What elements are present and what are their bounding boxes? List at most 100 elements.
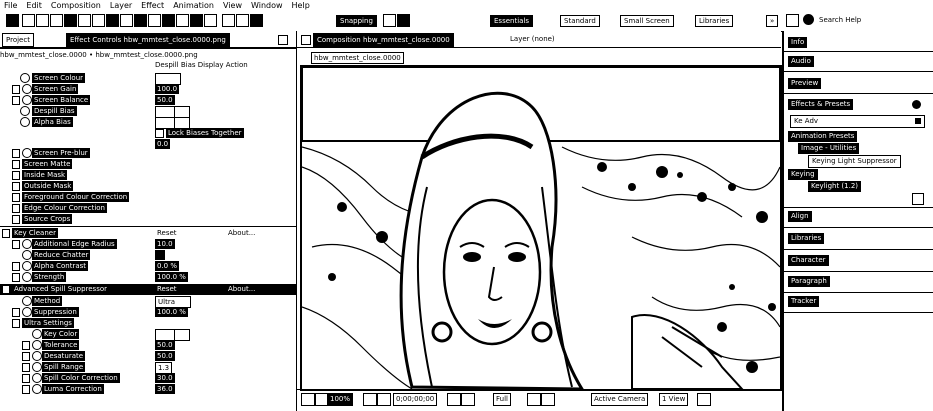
roto-brush-tool-icon[interactable] — [190, 14, 203, 27]
prop-value[interactable]: 100.0 % — [155, 307, 188, 317]
stopwatch-icon[interactable] — [22, 261, 32, 271]
rectangle-tool-icon[interactable] — [106, 14, 119, 27]
stopwatch-icon[interactable] — [22, 307, 32, 317]
stopwatch-icon[interactable] — [22, 239, 32, 249]
menu-composition[interactable]: Composition — [51, 0, 101, 11]
twirl-arrow-icon[interactable] — [22, 374, 30, 383]
stopwatch-icon[interactable] — [22, 95, 32, 105]
panel-menu-icon[interactable] — [278, 35, 288, 45]
panel-audio[interactable]: Audio — [788, 56, 814, 67]
reduce-chatter-checkbox[interactable] — [155, 250, 165, 260]
camera-dropdown[interactable]: Active Camera — [591, 393, 649, 406]
menu-layer[interactable]: Layer — [110, 0, 132, 11]
always-preview-icon[interactable] — [301, 393, 315, 406]
snapping-extra-icon[interactable] — [397, 14, 410, 27]
prop-value[interactable]: 50.0 — [155, 351, 175, 361]
lock-icon[interactable] — [301, 35, 311, 45]
stopwatch-icon[interactable] — [22, 250, 32, 260]
prop-value[interactable]: 50.0 — [155, 95, 175, 105]
menu-help[interactable]: Help — [292, 0, 310, 11]
camera-tool-icon[interactable] — [78, 14, 91, 27]
composition-viewer[interactable] — [300, 65, 782, 391]
axis-icon[interactable] — [236, 14, 249, 27]
stopwatch-icon[interactable] — [20, 106, 30, 116]
stopwatch-icon[interactable] — [32, 329, 42, 339]
tab-composition[interactable]: Composition hbw_mmtest_close.0000 — [313, 33, 454, 47]
prop-value[interactable]: 36.0 — [155, 384, 175, 394]
puppet-tool-icon[interactable] — [204, 14, 217, 27]
lock-biases-checkbox[interactable] — [155, 129, 164, 138]
tree-image-utilities[interactable]: Image - Utilities — [798, 143, 860, 154]
search-help-input[interactable]: Search Help — [816, 15, 927, 25]
tree-animation-presets[interactable]: Animation Presets — [788, 131, 858, 142]
about-button[interactable]: About... — [226, 228, 257, 238]
stopwatch-icon[interactable] — [22, 272, 32, 282]
stopwatch-icon[interactable] — [22, 296, 32, 306]
twirl-arrow-icon[interactable] — [22, 352, 30, 361]
eraser-tool-icon[interactable] — [176, 14, 189, 27]
twirl-arrow-icon[interactable] — [12, 308, 20, 317]
show-channel-icon[interactable] — [461, 393, 475, 406]
twirl-arrow-icon[interactable] — [12, 215, 20, 224]
selection-tool-icon[interactable] — [22, 14, 35, 27]
menu-view[interactable]: View — [223, 0, 242, 11]
clear-search-icon[interactable] — [915, 118, 921, 124]
brush-tool-icon[interactable] — [148, 14, 161, 27]
panel-paragraph[interactable]: Paragraph — [788, 276, 830, 287]
stopwatch-icon[interactable] — [32, 373, 42, 383]
timecode-display[interactable]: 0;00;00;00 — [393, 393, 438, 406]
prop-value[interactable]: 50.0 — [155, 340, 175, 350]
twirl-arrow-icon[interactable] — [22, 363, 30, 372]
twirl-arrow-icon[interactable] — [12, 85, 20, 94]
panel-effects-presets[interactable]: Effects & Presets — [788, 99, 854, 110]
effects-search-input[interactable]: Ke Adv — [790, 115, 925, 128]
panel-menu-icon[interactable] — [912, 100, 921, 109]
stopwatch-icon[interactable] — [22, 148, 32, 158]
hand-tool-icon[interactable] — [36, 14, 49, 27]
home-icon[interactable] — [6, 14, 19, 27]
twirl-arrow-icon[interactable] — [12, 171, 20, 180]
tab-effect-controls[interactable]: Effect Controls hbw_mmtest_close.0000.pn… — [66, 33, 230, 47]
workspace-libraries[interactable]: Libraries — [695, 15, 734, 27]
twirl-arrow-icon[interactable] — [12, 204, 20, 213]
pen-tool-icon[interactable] — [120, 14, 133, 27]
view-layout-dropdown[interactable]: 1 View — [659, 393, 689, 406]
prop-value[interactable]: 30.0 — [155, 373, 175, 383]
clone-stamp-tool-icon[interactable] — [162, 14, 175, 27]
twirl-arrow-icon[interactable] — [22, 385, 30, 394]
local-axis-icon[interactable] — [250, 14, 263, 27]
panel-align[interactable]: Align — [788, 211, 812, 222]
workspace-overflow-button[interactable]: » — [766, 15, 779, 27]
panel-tracker[interactable]: Tracker — [788, 296, 820, 307]
grid-icon[interactable] — [363, 393, 377, 406]
twirl-arrow-icon[interactable] — [22, 341, 30, 350]
type-tool-icon[interactable] — [134, 14, 147, 27]
stopwatch-icon[interactable] — [22, 84, 32, 94]
twirl-arrow-icon[interactable] — [12, 319, 20, 328]
reset-button[interactable]: Reset — [155, 284, 179, 294]
stopwatch-icon[interactable] — [32, 362, 42, 372]
pan-behind-tool-icon[interactable] — [92, 14, 105, 27]
tree-keylight[interactable]: Keylight (1.2) — [808, 181, 862, 192]
stopwatch-icon[interactable] — [20, 73, 30, 83]
reset-button[interactable]: Reset — [155, 228, 179, 238]
sync-icon[interactable] — [786, 14, 799, 27]
snapping-option-icon[interactable] — [383, 14, 396, 27]
transparency-grid-icon[interactable] — [541, 393, 555, 406]
twirl-arrow-icon[interactable] — [2, 285, 10, 294]
zoom-tool-icon[interactable] — [50, 14, 63, 27]
stopwatch-icon[interactable] — [32, 384, 42, 394]
mask-visibility-icon[interactable] — [377, 393, 391, 406]
rotation-tool-icon[interactable] — [64, 14, 77, 27]
panel-info[interactable]: Info — [788, 37, 808, 48]
tree-keying-light-suppressor[interactable]: Keying Light Suppressor — [808, 155, 901, 168]
tab-project[interactable]: Project — [2, 33, 34, 47]
zoom-dropdown[interactable]: 100% — [327, 393, 354, 406]
exposure-icon[interactable] — [697, 393, 711, 406]
stopwatch-icon[interactable] — [20, 117, 30, 127]
prop-value[interactable]: 0.0 % — [155, 261, 180, 271]
menu-window[interactable]: Window — [251, 0, 283, 11]
twirl-arrow-icon[interactable] — [12, 273, 20, 282]
tree-keying[interactable]: Keying — [788, 169, 818, 180]
panel-character[interactable]: Character — [788, 255, 829, 266]
